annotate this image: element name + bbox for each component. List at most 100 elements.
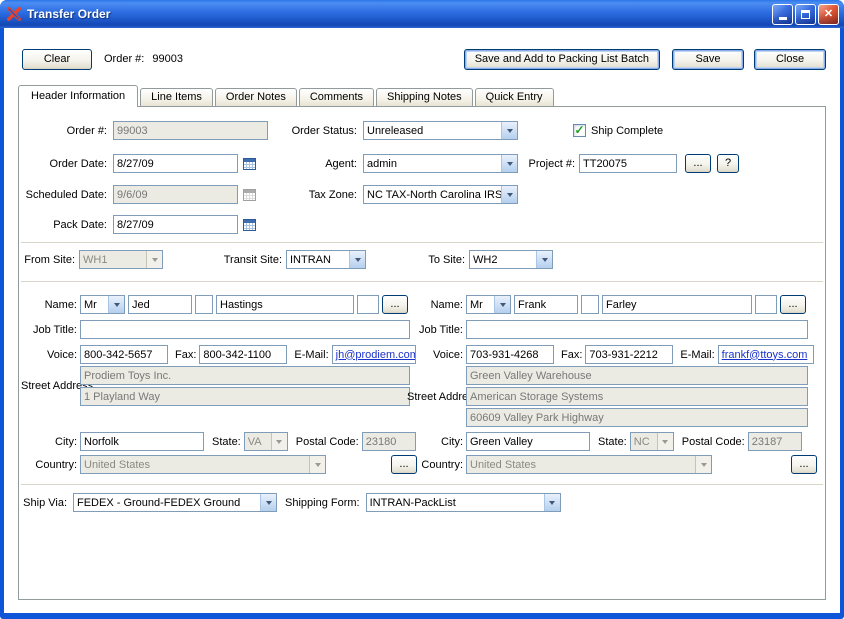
- order-number-label: Order #:: [66, 124, 107, 137]
- project-help-button[interactable]: ?: [717, 154, 739, 173]
- ship-complete-group: ✓ Ship Complete: [573, 124, 663, 137]
- job-title-label: Job Title:: [418, 323, 463, 336]
- city-label: City:: [55, 435, 77, 448]
- postal-code-label: Postal Code:: [681, 435, 745, 448]
- order-number-row: Order #: 99003 Order Status: Unreleased …: [19, 121, 823, 140]
- country-select: United States: [80, 455, 326, 474]
- street-line-1-field: Green Valley Warehouse: [466, 366, 808, 385]
- pack-date-calendar-button[interactable]: [240, 216, 258, 233]
- tax-zone-select[interactable]: NC TAX-North Carolina IRS: [363, 185, 518, 204]
- job-title-field[interactable]: [80, 320, 410, 339]
- dropdown-arrow-icon[interactable]: [494, 296, 510, 313]
- fax-label: Fax:: [561, 348, 583, 361]
- tab-quick-entry[interactable]: Quick Entry: [474, 88, 554, 106]
- close-icon: ✕: [823, 7, 834, 20]
- save-and-add-to-packing-list-batch-button[interactable]: Save and Add to Packing List Batch: [463, 48, 660, 70]
- street-address-fields: Prodiem Toys Inc. 1 Playland Way: [80, 366, 410, 406]
- tab-comments[interactable]: Comments: [298, 88, 375, 106]
- maximize-icon: [801, 9, 810, 19]
- header-information-panel: Order #: 99003 Order Status: Unreleased …: [18, 106, 826, 600]
- last-name-field[interactable]: Farley: [602, 295, 752, 314]
- project-lookup-button[interactable]: ...: [685, 154, 711, 173]
- email-field[interactable]: frankf@ttoys.com: [717, 345, 814, 364]
- titlebar[interactable]: Transfer Order ✕: [0, 0, 844, 28]
- dropdown-arrow-icon[interactable]: [260, 494, 276, 511]
- agent-select[interactable]: admin: [363, 154, 518, 173]
- calendar-icon: [242, 218, 256, 231]
- clear-button[interactable]: Clear: [22, 48, 92, 70]
- first-name-field[interactable]: Jed: [128, 295, 192, 314]
- tab-order-notes[interactable]: Order Notes: [214, 88, 297, 106]
- dropdown-arrow-icon: [656, 433, 673, 450]
- calendar-icon: [242, 157, 256, 170]
- email-link[interactable]: jh@prodiem.com: [336, 349, 415, 361]
- fax-field[interactable]: 703-931-2212: [585, 345, 674, 364]
- dropdown-arrow-icon: [146, 251, 162, 268]
- client-area: Clear Order #: 99003 Save and Add to Pac…: [4, 28, 840, 613]
- email-label: E-Mail:: [680, 348, 715, 361]
- scheduled-date-row: Scheduled Date: 9/6/09 Tax Zone: NC TAX-…: [19, 185, 823, 204]
- shipping-form-select[interactable]: INTRAN-PackList: [365, 493, 561, 512]
- ship-via-label: Ship Via:: [23, 496, 67, 509]
- save-button[interactable]: Save: [672, 48, 744, 70]
- close-button[interactable]: Close: [754, 48, 826, 70]
- contact-lookup-button[interactable]: ...: [780, 295, 806, 314]
- voice-field[interactable]: 703-931-4268: [466, 345, 554, 364]
- middle-initial-field[interactable]: [195, 295, 213, 314]
- order-status-select[interactable]: Unreleased: [363, 121, 518, 140]
- contact-lookup-button[interactable]: ...: [382, 295, 408, 314]
- country-row: Country: United States ...: [407, 455, 817, 474]
- order-date-calendar-button[interactable]: [240, 155, 258, 172]
- city-field[interactable]: Norfolk: [80, 432, 204, 451]
- suffix-field[interactable]: [755, 295, 777, 314]
- street-line-3-field: 60609 Valley Park Highway: [466, 408, 808, 427]
- minimize-button[interactable]: [772, 3, 793, 25]
- dropdown-arrow-icon[interactable]: [501, 186, 517, 203]
- street-address-label: Street Address:: [21, 380, 97, 392]
- shipping-form-label: Shipping Form:: [285, 496, 360, 509]
- email-field[interactable]: jh@prodiem.com: [331, 345, 416, 364]
- middle-initial-field[interactable]: [581, 295, 599, 314]
- last-name-field[interactable]: Hastings: [216, 295, 354, 314]
- dropdown-arrow-icon[interactable]: [349, 251, 365, 268]
- dropdown-arrow-icon[interactable]: [543, 494, 560, 511]
- dropdown-arrow-icon[interactable]: [536, 251, 552, 268]
- separator: [21, 242, 823, 243]
- fax-field[interactable]: 800-342-1100: [199, 345, 288, 364]
- dropdown-arrow-icon[interactable]: [501, 155, 517, 172]
- state-label: State:: [212, 435, 241, 448]
- tab-header-information[interactable]: Header Information: [18, 85, 139, 107]
- email-link[interactable]: frankf@ttoys.com: [722, 349, 808, 361]
- voice-field[interactable]: 800-342-5657: [80, 345, 168, 364]
- order-date-field[interactable]: 8/27/09: [113, 154, 238, 173]
- calendar-icon: [242, 188, 256, 201]
- first-name-field[interactable]: Frank: [514, 295, 578, 314]
- city-field[interactable]: Green Valley: [466, 432, 590, 451]
- postal-code-field: 23187: [747, 432, 802, 451]
- phone-row: Voice: 703-931-4268 Fax: 703-931-2212 E-…: [407, 345, 817, 364]
- city-row: City: Norfolk State: VA Postal Code: 231…: [21, 432, 417, 451]
- postal-code-label: Postal Code:: [295, 435, 359, 448]
- name-title-select[interactable]: Mr: [80, 295, 125, 314]
- to-site-select[interactable]: WH2: [469, 250, 553, 269]
- street-address-row: Street Address: Prodiem Toys Inc. 1 Play…: [21, 366, 417, 406]
- tab-shipping-notes[interactable]: Shipping Notes: [376, 88, 473, 106]
- tax-zone-label: Tax Zone:: [308, 188, 357, 201]
- project-field[interactable]: TT20075: [579, 154, 677, 173]
- ship-complete-checkbox[interactable]: ✓: [573, 124, 586, 137]
- transit-site-select[interactable]: INTRAN: [286, 250, 366, 269]
- phone-row: Voice: 800-342-5657 Fax: 800-342-1100 E-…: [21, 345, 417, 364]
- suffix-field[interactable]: [357, 295, 379, 314]
- pack-date-field[interactable]: 8/27/09: [113, 215, 238, 234]
- tab-line-items[interactable]: Line Items: [140, 88, 213, 106]
- ship-via-select[interactable]: FEDEX - Ground-FEDEX Ground: [73, 493, 277, 512]
- close-window-titlebar-button[interactable]: ✕: [818, 3, 839, 25]
- job-title-field[interactable]: [466, 320, 808, 339]
- maximize-button[interactable]: [795, 3, 816, 25]
- dropdown-arrow-icon[interactable]: [501, 122, 517, 139]
- scheduled-date-calendar-button: [240, 186, 258, 203]
- dropdown-arrow-icon[interactable]: [108, 296, 124, 313]
- country-lookup-button[interactable]: ...: [791, 455, 817, 474]
- name-title-select[interactable]: Mr: [466, 295, 511, 314]
- minimize-icon: [778, 16, 787, 20]
